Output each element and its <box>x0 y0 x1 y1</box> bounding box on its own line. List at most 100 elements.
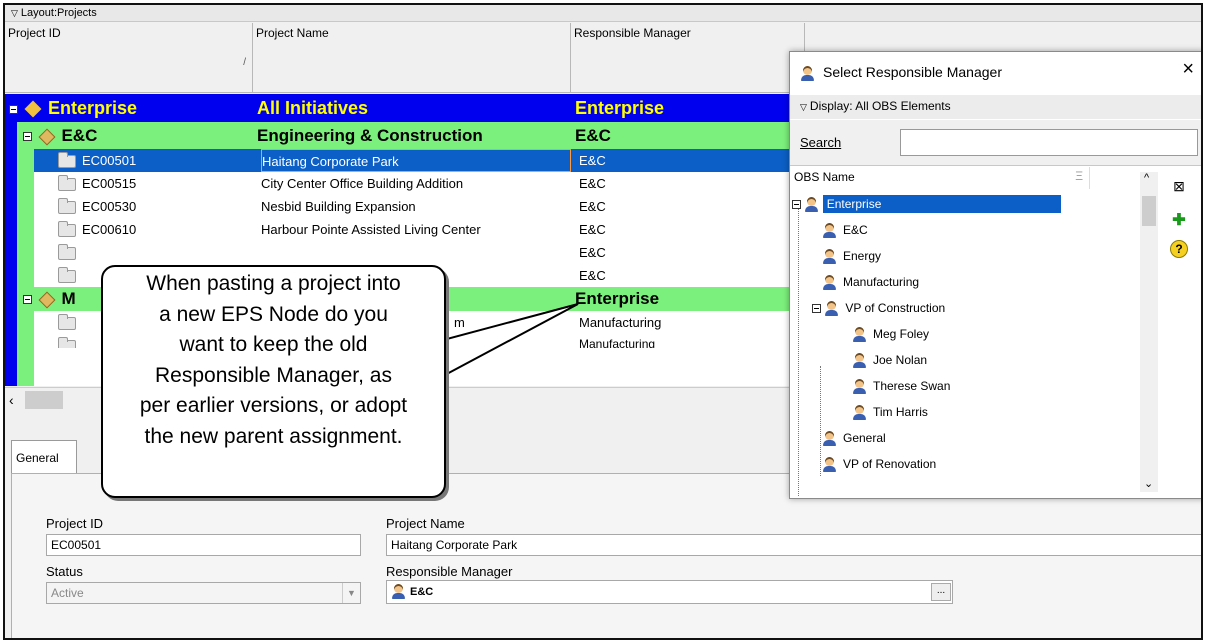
project-id-label: Project ID <box>46 516 104 531</box>
column-header-project-id[interactable]: Project ID / <box>5 23 253 93</box>
folder-icon <box>58 152 76 169</box>
tree-item[interactable]: VP of Construction <box>812 297 945 319</box>
status-label: Status <box>46 564 83 579</box>
tree-line <box>820 366 821 476</box>
project-name-label: Project Name <box>386 516 465 531</box>
tree-line <box>798 208 799 497</box>
folder-icon <box>58 314 76 331</box>
scroll-up-icon[interactable]: ^ <box>1144 172 1149 184</box>
display-filter[interactable]: ▽ Display: All OBS Elements <box>790 95 1201 119</box>
enterprise-name: All Initiatives <box>257 98 369 118</box>
close-button[interactable]: × <box>1182 58 1194 81</box>
layout-bar[interactable]: ▽ Layout:Projects <box>5 5 1201 22</box>
folder-icon <box>58 221 76 238</box>
responsible-manager-field[interactable]: E&C ... <box>386 580 953 604</box>
collapse-icon[interactable] <box>812 304 821 314</box>
chevron-down-icon[interactable]: ▼ <box>342 583 360 603</box>
person-icon <box>391 584 406 600</box>
tree-item[interactable]: Joe Nolan <box>852 349 927 371</box>
table-row[interactable]: EC00501 Haitang Corporate Park E&C <box>34 149 805 172</box>
person-icon <box>822 457 837 473</box>
collapse-icon[interactable] <box>792 200 801 210</box>
project-id-field[interactable]: EC00501 <box>46 534 361 556</box>
person-icon <box>800 65 815 81</box>
chevron-down-icon: ▽ <box>800 102 807 112</box>
scroll-left-icon[interactable]: ‹ <box>9 392 14 408</box>
filter-icon: Ξ <box>1075 169 1083 183</box>
tree-item[interactable]: General <box>822 427 886 449</box>
table-row[interactable]: E&C <box>34 241 805 264</box>
person-icon <box>822 249 837 265</box>
chevron-down-icon: ▽ <box>11 8 18 18</box>
folder-icon <box>58 244 76 261</box>
person-icon <box>822 275 837 291</box>
person-icon <box>852 405 867 421</box>
collapse-icon[interactable] <box>9 104 18 114</box>
tree-item[interactable]: Enterprise <box>792 193 1088 215</box>
enterprise-id: Enterprise <box>48 98 138 118</box>
collapse-icon[interactable] <box>23 295 32 305</box>
table-row[interactable]: EC00515 City Center Office Building Addi… <box>34 172 805 195</box>
person-icon <box>824 301 839 317</box>
dialog-title: Select Responsible Manager <box>823 64 1002 80</box>
tree-header[interactable]: OBS Name Ξ <box>790 167 1090 189</box>
folder-icon <box>58 337 76 348</box>
scrollbar-thumb[interactable] <box>25 391 63 409</box>
search-input[interactable] <box>900 129 1198 156</box>
eps-diamond-icon <box>24 100 42 118</box>
dialog-toolbar: ⊠ ✚ ? <box>1166 178 1196 298</box>
callout-pointer <box>443 303 579 378</box>
group-id: E&C <box>61 126 98 145</box>
help-icon[interactable]: ? <box>1170 240 1188 258</box>
tree-item[interactable]: Energy <box>822 245 881 267</box>
sort-icon: / <box>243 57 246 68</box>
dialog-title-bar: Select Responsible Manager × <box>790 52 1201 94</box>
folder-icon <box>58 198 76 215</box>
scrollbar-thumb[interactable] <box>1142 196 1156 226</box>
table-row-enterprise[interactable]: Enterprise All Initiatives Enterprise <box>5 94 805 122</box>
callout-note: When pasting a project into a new EPS No… <box>101 265 446 498</box>
select-responsible-manager-dialog: Select Responsible Manager × ▽ Display: A… <box>789 51 1201 499</box>
enterprise-gutter <box>5 149 17 386</box>
person-icon <box>804 197 819 213</box>
responsible-manager-label: Responsible Manager <box>386 564 513 579</box>
tree-item[interactable]: Manufacturing <box>822 271 919 293</box>
person-icon <box>822 223 837 239</box>
folder-icon <box>58 175 76 192</box>
assign-icon[interactable]: ⊠ <box>1170 178 1188 196</box>
search-row: Search <box>790 120 1201 166</box>
tree-item[interactable]: Meg Foley <box>852 323 929 345</box>
column-header-responsible-manager[interactable]: Responsible Manager <box>571 23 805 93</box>
project-name-field[interactable]: Haitang Corporate Park <box>386 534 1201 556</box>
layout-label: Layout:Projects <box>20 7 97 19</box>
table-row[interactable]: EC00610 Harbour Pointe Assisted Living C… <box>34 218 805 241</box>
status-select[interactable]: Active ▼ <box>46 582 361 604</box>
person-icon <box>852 353 867 369</box>
person-icon <box>822 431 837 447</box>
collapse-icon[interactable] <box>23 132 32 142</box>
obs-tree: Enterprise E&C Energy Manufacturing VP o… <box>790 190 1140 497</box>
tree-item[interactable]: E&C <box>822 219 868 241</box>
eps-diamond-icon <box>38 128 56 146</box>
group-manager: E&C <box>575 126 611 145</box>
eps-diamond-icon <box>38 291 56 309</box>
tree-item[interactable]: Tim Harris <box>852 401 928 423</box>
tree-item[interactable]: Therese Swan <box>852 375 950 397</box>
group-gutter <box>17 149 34 310</box>
enterprise-manager: Enterprise <box>575 98 665 118</box>
tab-general[interactable]: General <box>11 440 77 474</box>
table-row[interactable]: EC00530 Nesbid Building Expansion E&C <box>34 195 805 218</box>
person-icon <box>852 379 867 395</box>
person-icon <box>852 327 867 343</box>
group-name: Engineering & Construction <box>257 126 483 145</box>
tree-item[interactable]: VP of Renovation <box>822 453 936 475</box>
column-header-project-name[interactable]: Project Name <box>253 23 571 93</box>
scroll-down-icon[interactable]: ⌄ <box>1144 477 1153 490</box>
table-row-ec-group[interactable]: E&C Engineering & Construction E&C <box>5 122 805 149</box>
add-icon[interactable]: ✚ <box>1170 210 1188 229</box>
folder-icon <box>58 267 76 284</box>
project-window: ▽ Layout:Projects Project ID / Project Na… <box>3 3 1203 640</box>
search-label: Search <box>800 135 842 150</box>
browse-button[interactable]: ... <box>931 583 951 601</box>
vertical-scrollbar[interactable]: ^ ⌄ <box>1140 172 1158 492</box>
